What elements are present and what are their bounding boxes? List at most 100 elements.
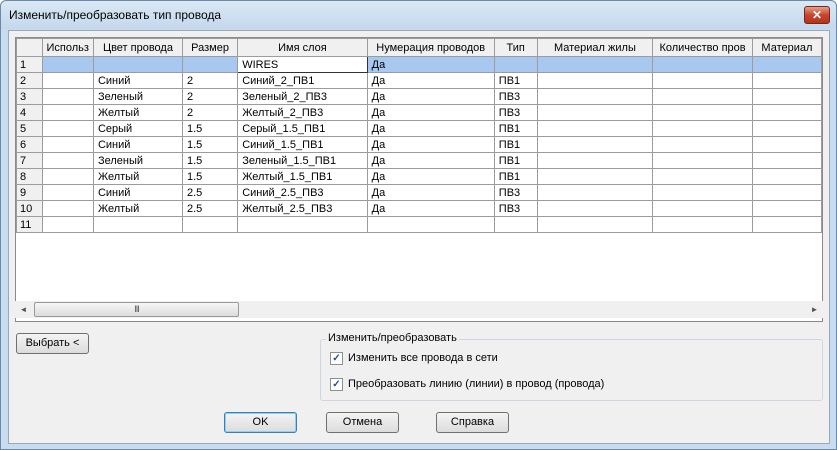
- table-row[interactable]: 11: [16, 216, 822, 233]
- wire-types-grid[interactable]: Использ Цвет провода Размер Имя слоя Нум…: [15, 37, 823, 322]
- table-cell[interactable]: [92, 216, 183, 233]
- table-cell[interactable]: [536, 120, 654, 137]
- column-header[interactable]: Нумерация проводов: [366, 38, 495, 57]
- table-cell[interactable]: Синий: [92, 136, 183, 153]
- table-row[interactable]: 5 Серый 1.5 Серый_1.5_ПВ1 Да ПВ1: [16, 120, 822, 137]
- table-row[interactable]: 9 Синий 2.5 Синий_2.5_ПВ3 Да ПВ3: [16, 184, 822, 201]
- table-cell[interactable]: [493, 216, 538, 233]
- row-number[interactable]: 4: [16, 104, 43, 121]
- table-cell[interactable]: Да: [366, 104, 495, 121]
- table-cell[interactable]: 1.5: [181, 136, 239, 153]
- table-row[interactable]: 2 Синий 2 Синий_2_ПВ1 Да ПВ1: [16, 72, 822, 89]
- table-cell[interactable]: [751, 200, 822, 217]
- change-all-wires-checkbox[interactable]: ✓: [330, 352, 343, 365]
- table-cell[interactable]: [181, 56, 239, 73]
- table-row[interactable]: 8 Желтый 1.5 Желтый_1.5_ПВ1 Да ПВ1: [16, 168, 822, 185]
- table-cell[interactable]: 2.5: [181, 184, 239, 201]
- table-cell[interactable]: [751, 152, 822, 169]
- table-cell[interactable]: Желтый_2.5_ПВ3: [237, 200, 368, 217]
- horizontal-scrollbar[interactable]: ◄ III ►: [15, 301, 823, 318]
- column-header[interactable]: Имя слоя: [237, 38, 368, 57]
- row-number[interactable]: 10: [16, 200, 43, 217]
- scroll-left-icon[interactable]: ◄: [15, 301, 32, 318]
- table-cell[interactable]: 2.5: [181, 200, 239, 217]
- table-cell[interactable]: ПВ1: [493, 136, 538, 153]
- table-cell[interactable]: 1.5: [181, 152, 239, 169]
- table-cell[interactable]: Да: [366, 168, 495, 185]
- table-cell[interactable]: Желтый: [92, 200, 183, 217]
- table-cell[interactable]: ПВ3: [493, 88, 538, 105]
- close-icon[interactable]: ✕: [804, 6, 830, 24]
- table-cell[interactable]: [41, 136, 94, 153]
- cancel-button[interactable]: Отмена: [326, 412, 399, 433]
- table-cell[interactable]: [652, 56, 753, 73]
- table-cell[interactable]: [41, 200, 94, 217]
- table-cell[interactable]: [652, 216, 753, 233]
- table-cell[interactable]: ПВ3: [493, 104, 538, 121]
- table-cell[interactable]: Синий_1.5_ПВ1: [237, 136, 368, 153]
- table-cell[interactable]: Да: [366, 200, 495, 217]
- table-cell[interactable]: [41, 216, 94, 233]
- table-cell[interactable]: Желтый_1.5_ПВ1: [237, 168, 368, 185]
- row-number[interactable]: 8: [16, 168, 43, 185]
- row-number[interactable]: 6: [16, 136, 43, 153]
- table-cell[interactable]: [536, 152, 654, 169]
- convert-lines-checkbox[interactable]: ✓: [330, 378, 343, 391]
- table-cell[interactable]: [41, 104, 94, 121]
- scroll-thumb[interactable]: III: [34, 302, 239, 317]
- table-cell[interactable]: ПВ3: [493, 184, 538, 201]
- column-header[interactable]: Количество пров: [652, 38, 753, 57]
- select-button[interactable]: Выбрать <: [16, 333, 89, 354]
- table-cell[interactable]: [751, 104, 822, 121]
- table-cell[interactable]: Да: [366, 72, 495, 89]
- table-cell[interactable]: Синий: [92, 184, 183, 201]
- table-cell[interactable]: Да: [366, 136, 495, 153]
- table-cell[interactable]: Желтый_2_ПВ3: [237, 104, 368, 121]
- table-cell[interactable]: Желтый: [92, 168, 183, 185]
- table-cell[interactable]: [751, 56, 822, 73]
- scroll-right-icon[interactable]: ►: [806, 301, 823, 318]
- table-cell[interactable]: Зеленый: [92, 88, 183, 105]
- corner-header[interactable]: [16, 38, 43, 57]
- table-cell[interactable]: [41, 152, 94, 169]
- table-cell[interactable]: Серый: [92, 120, 183, 137]
- table-cell[interactable]: ПВ3: [493, 200, 538, 217]
- table-cell[interactable]: 1.5: [181, 120, 239, 137]
- table-cell[interactable]: Да: [366, 88, 495, 105]
- table-cell[interactable]: [237, 216, 368, 233]
- table-cell[interactable]: Зеленый_1.5_ПВ1: [237, 152, 368, 169]
- table-cell[interactable]: [652, 168, 753, 185]
- title-bar[interactable]: Изменить/преобразовать тип провода ✕: [1, 1, 836, 29]
- table-cell[interactable]: [652, 184, 753, 201]
- table-cell[interactable]: [41, 72, 94, 89]
- column-header[interactable]: Материал жилы: [536, 38, 654, 57]
- table-cell[interactable]: [92, 56, 183, 73]
- column-header[interactable]: Цвет провода: [92, 38, 183, 57]
- table-cell[interactable]: [366, 216, 495, 233]
- table-cell[interactable]: ПВ1: [493, 120, 538, 137]
- table-cell[interactable]: Синий_2_ПВ1: [237, 72, 368, 89]
- table-cell[interactable]: [652, 88, 753, 105]
- table-cell[interactable]: Серый_1.5_ПВ1: [237, 120, 368, 137]
- table-cell[interactable]: Да: [366, 120, 495, 137]
- table-cell[interactable]: ПВ1: [493, 72, 538, 89]
- table-cell[interactable]: [41, 88, 94, 105]
- table-row[interactable]: 1 WIRES Да: [16, 56, 822, 73]
- table-cell[interactable]: Да: [366, 56, 495, 73]
- table-cell[interactable]: Зеленый: [92, 152, 183, 169]
- table-row[interactable]: 7 Зеленый 1.5 Зеленый_1.5_ПВ1 Да ПВ1: [16, 152, 822, 169]
- table-cell[interactable]: [41, 120, 94, 137]
- table-cell[interactable]: [652, 72, 753, 89]
- table-cell[interactable]: [652, 200, 753, 217]
- row-number[interactable]: 5: [16, 120, 43, 137]
- row-number[interactable]: 7: [16, 152, 43, 169]
- table-cell[interactable]: [493, 56, 538, 73]
- table-cell[interactable]: [751, 88, 822, 105]
- table-row[interactable]: 3 Зеленый 2 Зеленый_2_ПВ3 Да ПВ3: [16, 88, 822, 105]
- table-cell[interactable]: 2: [181, 72, 239, 89]
- column-header[interactable]: Размер: [181, 38, 239, 57]
- table-cell[interactable]: [652, 120, 753, 137]
- table-cell[interactable]: [751, 72, 822, 89]
- row-number[interactable]: 1: [16, 56, 43, 73]
- table-cell[interactable]: [751, 136, 822, 153]
